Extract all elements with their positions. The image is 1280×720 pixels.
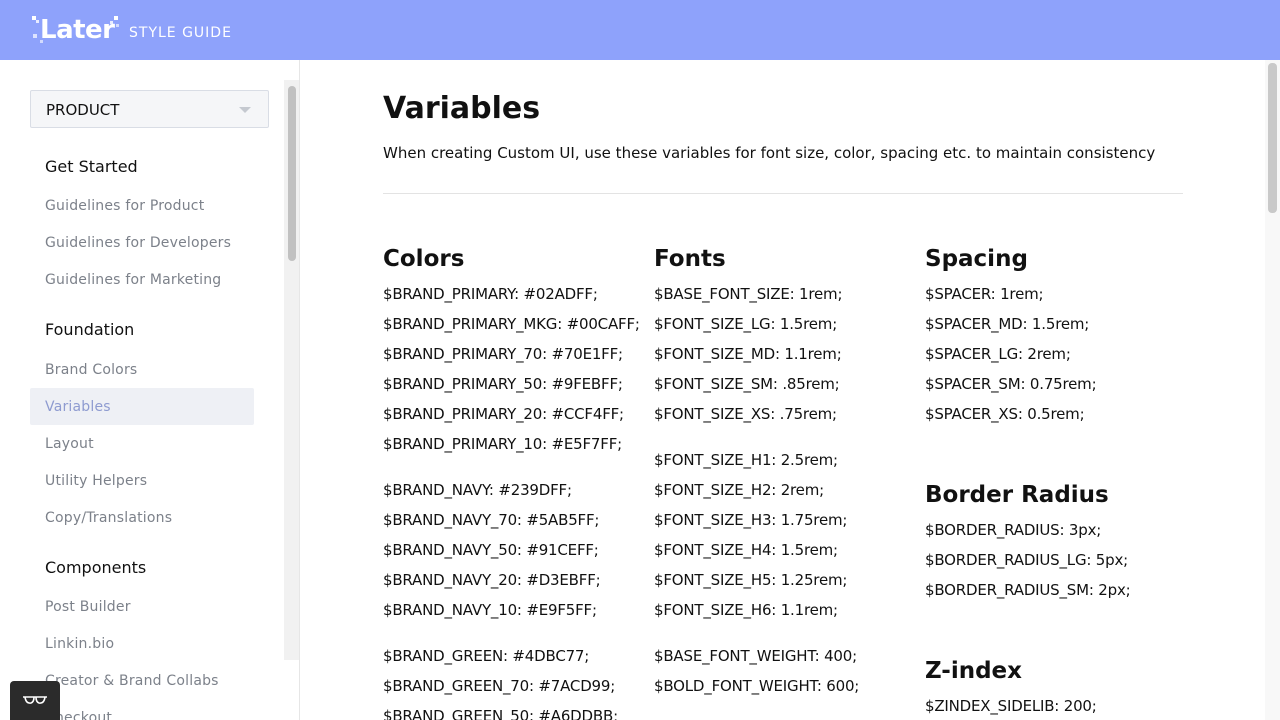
variable-line: $FONT_SIZE_H1: 2.5rem; (654, 451, 838, 469)
variable-line: $FONT_SIZE_H3: 1.75rem; (654, 511, 848, 529)
variable-line: $BORDER_RADIUS_SM: 2px; (925, 581, 1131, 599)
variable-line: $FONT_SIZE_LG: 1.5rem; (654, 315, 838, 333)
variable-line: $SPACER_MD: 1.5rem; (925, 315, 1090, 333)
variable-line: $SPACER_SM: 0.75rem; (925, 375, 1097, 393)
variable-line: $FONT_SIZE_H6: 1.1rem; (654, 601, 838, 619)
variable-line: $BRAND_PRIMARY_20: #CCF4FF; (383, 405, 624, 423)
logo-text: Later (40, 15, 115, 45)
variable-line: $BASE_FONT_WEIGHT: 400; (654, 647, 857, 665)
glasses-icon (23, 696, 47, 704)
nav-heading-get-started: Get Started (45, 157, 138, 176)
z-index-section: Z-index (925, 656, 1195, 686)
variable-line: $BASE_FONT_SIZE: 1rem; (654, 285, 843, 303)
colors-section: Colors (383, 244, 653, 274)
logo-pixel (116, 24, 119, 27)
sidebar-item-copy-translations[interactable]: Copy/Translations (45, 509, 172, 527)
spacing-section: Spacing (925, 244, 1195, 274)
variable-line: $BRAND_NAVY_70: #5AB5FF; (383, 511, 600, 529)
variable-line: $ZINDEX_SIDELIB: 200; (925, 697, 1097, 715)
variable-line: $BRAND_GREEN_70: #7ACD99; (383, 677, 616, 695)
section-title-colors: Colors (383, 246, 465, 272)
style-guide-label: STYLE GUIDE (129, 25, 232, 41)
sidebar-scrollbar-thumb[interactable] (288, 86, 296, 261)
page-description: When creating Custom UI, use these varia… (383, 144, 1156, 162)
sidebar-item-guidelines-product[interactable]: Guidelines for Product (45, 197, 204, 215)
variable-line: $BRAND_PRIMARY_10: #E5F7FF; (383, 435, 622, 453)
variable-line: $BOLD_FONT_WEIGHT: 600; (654, 677, 860, 695)
sidebar-item-guidelines-developers[interactable]: Guidelines for Developers (45, 234, 231, 252)
sidebar-item-post-builder[interactable]: Post Builder (45, 598, 131, 616)
variable-line: $BRAND_GREEN: #4DBC77; (383, 647, 590, 665)
section-title-spacing: Spacing (925, 246, 1028, 272)
sidebar-item-variables[interactable]: Variables (45, 398, 111, 416)
logo-pixel (33, 34, 37, 38)
sidebar-item-brand-colors[interactable]: Brand Colors (45, 361, 137, 379)
variable-line: $FONT_SIZE_SM: .85rem; (654, 375, 840, 393)
page-scrollbar-thumb[interactable] (1268, 63, 1277, 213)
chevron-down-icon (239, 107, 251, 113)
variable-line: $BRAND_NAVY_10: #E9F5FF; (383, 601, 597, 619)
help-badge[interactable] (10, 681, 60, 720)
variable-line: $SPACER_LG: 2rem; (925, 345, 1071, 363)
variable-line: $BRAND_PRIMARY_50: #9FEBFF; (383, 375, 623, 393)
product-select[interactable]: PRODUCT (30, 90, 269, 128)
variable-line: $SPACER_XS: 0.5rem; (925, 405, 1085, 423)
section-title-z-index: Z-index (925, 658, 1022, 684)
variable-line: $BORDER_RADIUS: 3px; (925, 521, 1102, 539)
variable-line: $BRAND_NAVY_50: #91CEFF; (383, 541, 599, 559)
variable-line: $FONT_SIZE_MD: 1.1rem; (654, 345, 842, 363)
variable-line: $SPACER: 1rem; (925, 285, 1044, 303)
variable-line: $FONT_SIZE_H5: 1.25rem; (654, 571, 848, 589)
sidebar-item-layout[interactable]: Layout (45, 435, 94, 453)
divider (383, 193, 1183, 194)
variable-line: $BRAND_GREEN_50: #A6DDBB; (383, 707, 618, 720)
variable-line: $BRAND_PRIMARY_70: #70E1FF; (383, 345, 623, 363)
variable-line: $BRAND_PRIMARY: #02ADFF; (383, 285, 598, 303)
sidebar-item-linkin-bio[interactable]: Linkin.bio (45, 635, 114, 653)
fonts-section: Fonts (654, 244, 924, 274)
sidebar-item-utility-helpers[interactable]: Utility Helpers (45, 472, 147, 490)
app-header: Later STYLE GUIDE (0, 0, 1280, 60)
variable-line: $FONT_SIZE_H2: 2rem; (654, 481, 824, 499)
border-radius-section: Border Radius (925, 480, 1195, 510)
nav-heading-components: Components (45, 558, 147, 577)
section-title-fonts: Fonts (654, 246, 726, 272)
nav-heading-foundation: Foundation (45, 320, 135, 339)
section-title-border-radius: Border Radius (925, 482, 1109, 508)
variable-line: $BORDER_RADIUS_LG: 5px; (925, 551, 1128, 569)
sidebar-item-creator-brand-collabs[interactable]: Creator & Brand Collabs (45, 672, 219, 690)
sidebar-item-guidelines-marketing[interactable]: Guidelines for Marketing (45, 271, 221, 289)
product-select-value: PRODUCT (46, 101, 120, 119)
variable-line: $FONT_SIZE_H4: 1.5rem; (654, 541, 838, 559)
variable-line: $BRAND_PRIMARY_MKG: #00CAFF; (383, 315, 640, 333)
variable-line: $BRAND_NAVY: #239DFF; (383, 481, 572, 499)
variable-line: $BRAND_NAVY_20: #D3EBFF; (383, 571, 601, 589)
page-title: Variables (383, 91, 541, 126)
variable-line: $FONT_SIZE_XS: .75rem; (654, 405, 837, 423)
logo-pixel (36, 20, 39, 23)
